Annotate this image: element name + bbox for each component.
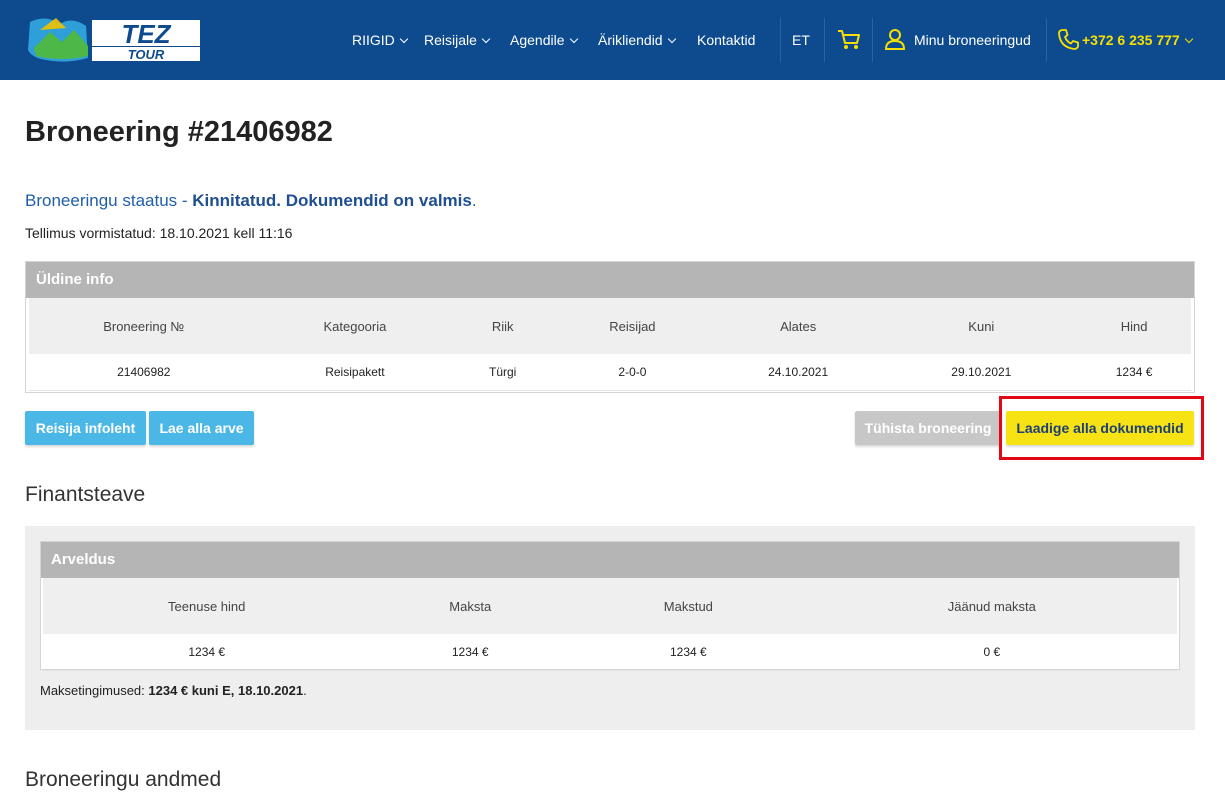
table-cell: 29.10.2021 [885,354,1078,391]
table-row: 1234 € 1234 € 1234 € 0 € [43,634,1177,671]
chevron-down-icon [569,34,578,44]
logo-text-tour: TOUR [128,47,165,62]
user-icon [884,28,906,55]
my-bookings-link[interactable]: Minu broneeringud [914,0,1031,80]
billing-panel: Arveldus Teenuse hind Maksta Makstud Jää… [40,541,1180,671]
general-info-panel: Üldine info Broneering № Kategooria Riik… [25,261,1195,393]
traveler-info-button[interactable]: Reisija infoleht [25,411,146,445]
table-cell: 2-0-0 [554,354,711,391]
billing-heading: Arveldus [41,542,1179,578]
column-header: Alates [710,298,886,354]
column-header: Teenuse hind [43,578,371,634]
top-navigation-bar: TEZ TOUR RIIGID Reisijale Agendile Ärikl… [0,0,1225,80]
table-header-row: Teenuse hind Maksta Makstud Jäänud makst… [43,578,1177,634]
language-label: ET [792,32,810,48]
status-value: Kinnitatud. Dokumendid on valmis [192,191,472,210]
nav-riigid[interactable]: RIIGID [352,0,409,80]
nav-reisijale-label: Reisijale [424,32,477,48]
table-cell: 0 € [806,634,1177,671]
nav-divider [824,18,825,62]
table-row: 21406982 Reisipakett Türgi 2-0-0 24.10.2… [29,354,1191,391]
status-suffix: . [471,191,477,210]
table-cell: 1234 € [1077,354,1191,391]
nav-reisijale[interactable]: Reisijale [424,0,491,80]
general-info-heading: Üldine info [26,262,1194,298]
nav-divider [780,18,781,62]
column-header: Kuni [885,298,1078,354]
column-header: Kategooria [258,298,452,354]
chevron-down-icon [399,34,409,44]
finance-section: Arveldus Teenuse hind Maksta Makstud Jää… [25,526,1195,730]
nav-agendile-label: Agendile [510,32,565,48]
phone-number: +372 6 235 777 [1082,32,1180,48]
column-header: Broneering № [29,298,259,354]
payment-terms: Maksetingimused: 1234 € kuni E, 18.10.20… [40,683,307,698]
table-cell: 1234 € [370,634,571,671]
chevron-down-icon [481,34,491,44]
column-header: Jäänud maksta [806,578,1177,634]
cancel-booking-button[interactable]: Tühista broneering [855,411,1001,445]
phone-link[interactable]: +372 6 235 777 [1082,0,1193,80]
payment-terms-suffix: . [303,683,307,698]
column-header: Riik [451,298,555,354]
download-invoice-button[interactable]: Lae alla arve [149,411,254,445]
table-cell: 1234 € [43,634,371,671]
chevron-down-icon [667,34,676,44]
phone-icon [1058,29,1079,55]
table-cell: Türgi [451,354,555,391]
nav-divider [1046,18,1047,62]
nav-arikliendid-label: Ärikliendid [598,32,663,48]
tez-tour-logo[interactable]: TEZ TOUR [26,12,204,64]
column-header: Hind [1077,298,1191,354]
table-cell: 24.10.2021 [710,354,886,391]
payment-terms-value: 1234 € kuni E, 18.10.2021 [148,683,304,698]
page-title: Broneering #21406982 [25,116,333,148]
nav-divider [872,18,873,62]
nav-riigid-label: RIIGID [352,32,395,48]
table-cell: Reisipakett [258,354,452,391]
booking-status: Broneeringu staatus - Kinnitatud. Dokume… [25,191,477,211]
table-cell: 21406982 [29,354,259,391]
nav-agendile[interactable]: Agendile [510,0,578,80]
status-prefix: Broneeringu staatus - [25,191,193,210]
billing-table: Teenuse hind Maksta Makstud Jäänud makst… [43,578,1177,671]
finance-title: Finantsteave [25,483,146,506]
highlight-box [999,396,1204,460]
chevron-down-icon [1184,34,1193,44]
nav-arikliendid[interactable]: Ärikliendid [598,0,676,80]
cart-icon[interactable] [837,29,861,56]
booking-details-title: Broneeringu andmed [25,768,222,791]
my-bookings-label: Minu broneeringud [914,32,1031,48]
nav-kontaktid[interactable]: Kontaktid [697,0,755,80]
table-cell: 1234 € [570,634,807,671]
payment-terms-label: Maksetingimused: [40,683,149,698]
column-header: Maksta [370,578,571,634]
order-timestamp: Tellimus vormistatud: 18.10.2021 kell 11… [25,225,293,241]
column-header: Reisijad [554,298,711,354]
nav-kontaktid-label: Kontaktid [697,32,756,48]
table-header-row: Broneering № Kategooria Riik Reisijad Al… [29,298,1191,354]
logo-text-tez: TEZ [121,19,171,49]
general-info-table: Broneering № Kategooria Riik Reisijad Al… [29,298,1191,391]
language-switcher[interactable]: ET [792,0,810,80]
column-header: Makstud [570,578,807,634]
